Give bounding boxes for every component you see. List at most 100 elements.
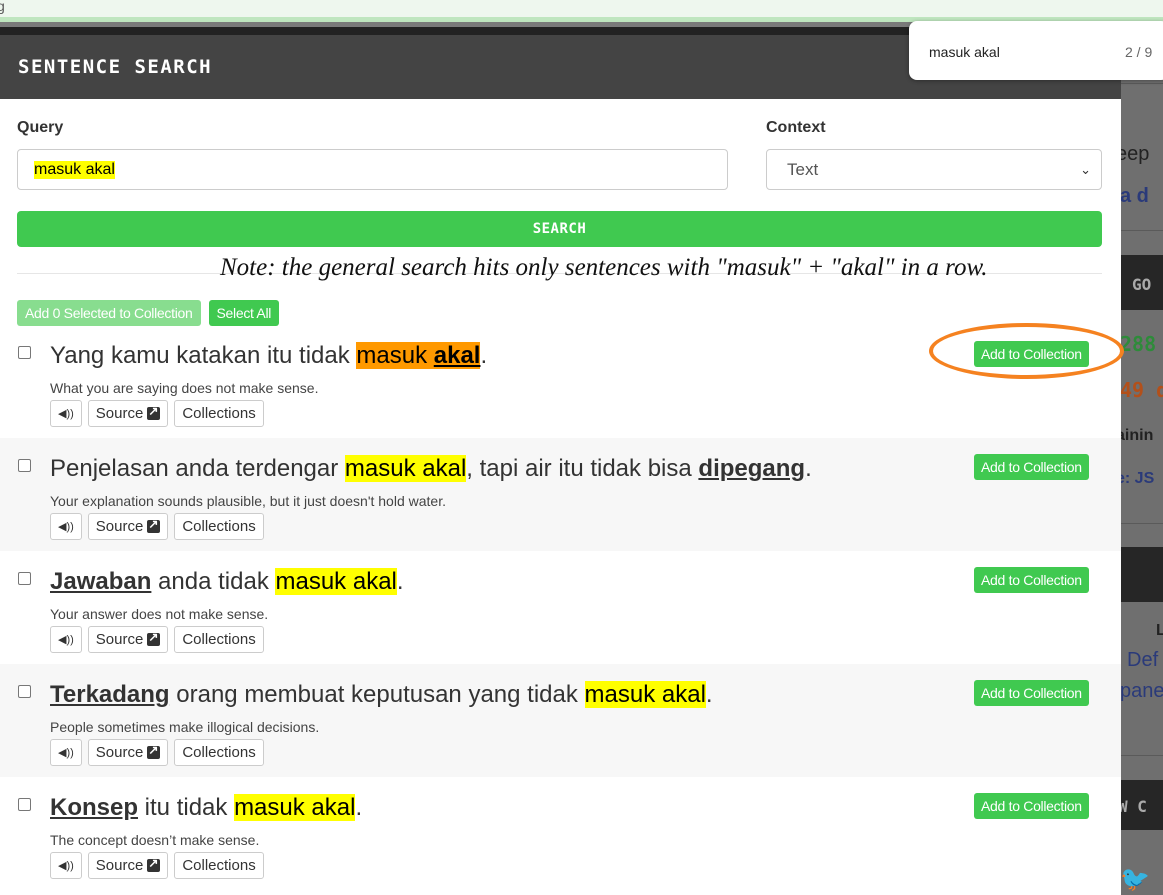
result-checkbox[interactable] <box>18 459 31 472</box>
divider <box>1120 755 1163 756</box>
speaker-icon: ◀)) <box>58 634 74 646</box>
result-translation: The concept doesn’t make sense. <box>50 832 260 848</box>
keyword-link[interactable]: akal <box>433 342 481 369</box>
result-item: Terkadang orang membuat keputusan yang t… <box>0 664 1121 777</box>
results-list: Yang kamu katakan itu tidak masuk akal. … <box>0 325 1121 890</box>
source-button[interactable]: Source <box>87 513 169 540</box>
add-to-collection-button[interactable]: Add to Collection <box>974 341 1089 367</box>
modal-title: SENTENCE SEARCH <box>18 56 213 78</box>
external-link-icon <box>147 630 161 646</box>
query-label: Query <box>17 119 64 136</box>
audio-button[interactable]: ◀)) <box>50 626 82 653</box>
audio-button[interactable]: ◀)) <box>50 852 82 879</box>
collections-button[interactable]: Collections <box>174 400 264 427</box>
source-button[interactable]: Source <box>87 400 169 427</box>
collections-button[interactable]: Collections <box>174 852 264 879</box>
find-query[interactable]: masuk akal <box>929 44 1000 60</box>
result-item: Yang kamu katakan itu tidak masuk akal. … <box>0 325 1121 438</box>
source-button[interactable]: Source <box>87 626 169 653</box>
search-button[interactable]: SEARCH <box>17 211 1102 247</box>
keyword-link[interactable]: Konsep <box>50 794 138 821</box>
source-label: Source <box>95 631 144 648</box>
external-link-icon <box>147 517 161 533</box>
sentence-text: . <box>480 342 488 369</box>
source-button[interactable]: Source <box>87 852 169 879</box>
bulk-actions: Add 0 Selected to Collection Select All <box>17 300 280 326</box>
result-checkbox[interactable] <box>18 346 31 359</box>
result-sentence: Jawaban anda tidak masuk akal. <box>50 568 404 596</box>
result-sentence: Terkadang orang membuat keputusan yang t… <box>50 681 713 709</box>
keyword-link[interactable]: dipegang <box>698 455 805 482</box>
keyword-link[interactable]: Jawaban <box>50 568 151 595</box>
source-label: Source <box>95 518 144 535</box>
collections-button[interactable]: Collections <box>174 626 264 653</box>
context-select[interactable]: Text ⌄ <box>766 149 1102 190</box>
sentence-text: orang membuat keputusan yang tidak <box>169 681 585 708</box>
browser-top-strip: g <box>0 0 1163 22</box>
add-to-collection-button[interactable]: Add to Collection <box>974 680 1089 706</box>
bg-text: 288 <box>1120 332 1157 356</box>
speaker-icon: ◀)) <box>58 747 74 759</box>
sentence-text: . <box>355 794 363 821</box>
add-to-collection-button[interactable]: Add to Collection <box>974 454 1089 480</box>
source-label: Source <box>95 744 144 761</box>
source-label: Source <box>95 857 144 874</box>
bg-text: e: JS <box>1120 470 1155 487</box>
sentence-text: . <box>805 455 812 482</box>
result-item: Penjelasan anda terdengar masuk akal, ta… <box>0 438 1121 551</box>
result-translation: Your answer does not make sense. <box>50 606 269 622</box>
bg-text: Def <box>1127 649 1159 671</box>
bg-text: pane <box>1120 680 1163 702</box>
result-checkbox[interactable] <box>18 685 31 698</box>
audio-button[interactable]: ◀)) <box>50 400 82 427</box>
result-translation: People sometimes make illogical decision… <box>50 719 320 735</box>
result-actions: ◀)) Source Collections <box>50 852 264 879</box>
bg-text: L <box>1156 622 1163 639</box>
query-group: Query masuk akal <box>17 119 728 190</box>
sentence-text: itu tidak <box>138 794 235 821</box>
bg-panel-header <box>1120 547 1163 602</box>
result-sentence: Konsep itu tidak masuk akal. <box>50 794 362 822</box>
bg-text: a d <box>1120 185 1149 207</box>
external-link-icon <box>147 856 161 872</box>
find-match-count: 2 / 9 <box>1125 44 1153 60</box>
audio-button[interactable]: ◀)) <box>50 739 82 766</box>
result-checkbox[interactable] <box>18 572 31 585</box>
chevron-down-icon: ⌄ <box>1080 161 1091 177</box>
context-group: Context Text ⌄ <box>766 119 1102 190</box>
context-value: Text <box>787 159 819 179</box>
source-label: Source <box>95 405 144 422</box>
highlight-match: masuk akal <box>584 681 706 708</box>
divider <box>1120 230 1163 231</box>
highlight-match: masuk akal <box>344 455 467 482</box>
context-label: Context <box>766 119 826 136</box>
highlight-current: masuk <box>356 342 434 369</box>
add-to-collection-button[interactable]: Add to Collection <box>974 793 1089 819</box>
external-link-icon <box>147 404 161 420</box>
bg-text: 49 d <box>1120 378 1163 402</box>
divider <box>1120 523 1163 524</box>
result-sentence: Yang kamu katakan itu tidak masuk akal. <box>50 342 487 370</box>
select-all-button[interactable]: Select All <box>208 300 280 326</box>
bg-text: ainin <box>1120 427 1154 444</box>
result-checkbox[interactable] <box>18 798 31 811</box>
keyword-link[interactable]: Terkadang <box>50 681 170 708</box>
audio-button[interactable]: ◀)) <box>50 513 82 540</box>
collections-button[interactable]: Collections <box>174 513 264 540</box>
result-translation: Your explanation sounds plausible, but i… <box>50 493 446 509</box>
external-link-icon <box>147 743 161 759</box>
bg-text: W C <box>1120 797 1147 816</box>
add-selected-to-collection-button[interactable]: Add 0 Selected to Collection <box>17 300 201 326</box>
result-translation: What you are saying does not make sense. <box>50 380 319 396</box>
source-button[interactable]: Source <box>87 739 169 766</box>
sentence-text: anda tidak <box>151 568 276 595</box>
annotation-note: Note: the general search hits only sente… <box>220 254 988 281</box>
divider <box>1120 83 1163 84</box>
bg-text: GO <box>1132 275 1152 294</box>
collections-button[interactable]: Collections <box>174 739 264 766</box>
background-page: eep a d GO 288 49 d ainin e: JS L Def pa… <box>1120 35 1163 895</box>
add-to-collection-button[interactable]: Add to Collection <box>974 567 1089 593</box>
query-input[interactable]: masuk akal <box>17 149 728 190</box>
result-sentence: Penjelasan anda terdengar masuk akal, ta… <box>50 455 812 483</box>
highlight-match: masuk akal <box>234 794 356 821</box>
